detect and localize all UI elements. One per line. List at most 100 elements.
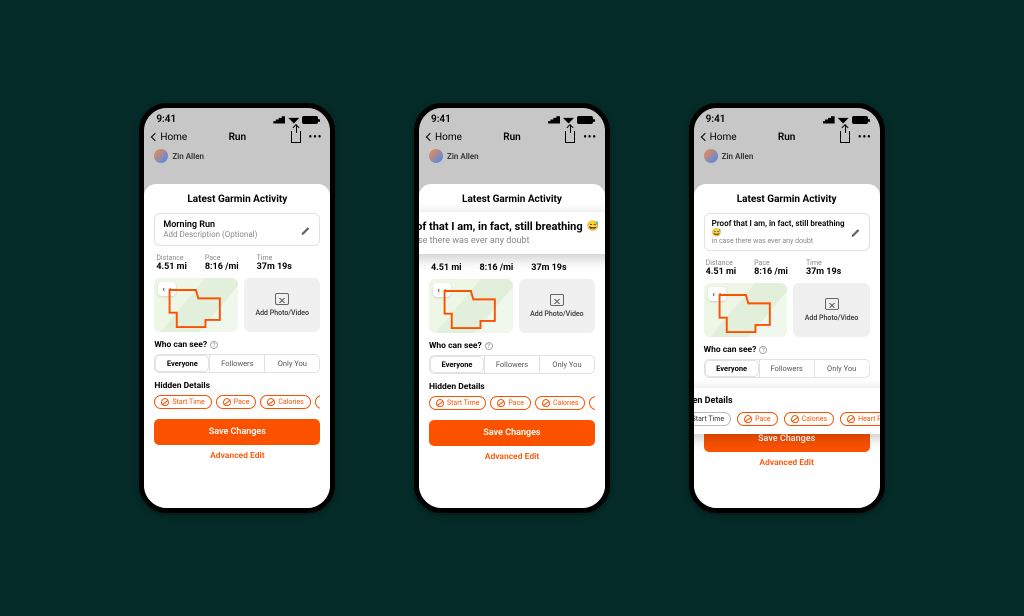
nav-bar: Home Run •••	[694, 127, 880, 149]
overflow-icon[interactable]: •••	[858, 132, 872, 143]
chip-calories[interactable]: Calories	[535, 396, 585, 410]
chip-start-time[interactable]: Start Time	[154, 395, 211, 409]
activity-peek: Zin Allen	[419, 149, 605, 165]
overflow-icon[interactable]: •••	[309, 132, 323, 143]
title-input[interactable]: Proof that I am, in fact, still breathin…	[704, 213, 870, 251]
pencil-icon[interactable]	[301, 220, 311, 239]
page-title: Run	[503, 132, 521, 143]
chip-pace[interactable]: Pace	[490, 396, 531, 410]
overflow-icon[interactable]: •••	[583, 132, 597, 143]
visibility-segment[interactable]: Everyone Followers Only You	[704, 359, 870, 378]
visibility-everyone[interactable]: Everyone	[155, 355, 209, 372]
activity-desc-filled: in case there was ever any doubt	[712, 237, 851, 245]
chip-pace[interactable]: Pace	[737, 412, 778, 426]
info-icon[interactable]: ?	[210, 341, 218, 349]
hidden-details-label: Hidden Details	[154, 381, 320, 391]
advanced-edit-link[interactable]: Advanced Edit	[429, 452, 595, 462]
advanced-edit-link[interactable]: Advanced Edit	[154, 451, 320, 461]
sheet-header: Latest Garmin Activity	[429, 194, 595, 205]
signal-icon	[548, 116, 560, 124]
hidden-chips: Start Time Pace Calories Hea	[154, 395, 320, 409]
back-button[interactable]: Home	[152, 132, 187, 143]
eye-slash-icon	[161, 398, 169, 406]
hidden-details-label: Hidden Details	[689, 396, 885, 406]
visibility-segment[interactable]: Everyone Followers Only You	[154, 354, 320, 373]
battery-icon	[852, 116, 868, 124]
wifi-icon	[563, 116, 574, 124]
visibility-everyone[interactable]: Everyone	[430, 356, 484, 373]
visibility-only-you[interactable]: Only You	[539, 356, 594, 373]
chip-calories[interactable]: Calories	[260, 395, 310, 409]
title-input[interactable]: Morning Run Add Description (Optional)	[154, 213, 320, 246]
activity-peek: Zin Allen	[144, 149, 330, 165]
hidden-details-popout[interactable]: Hidden Details Start Time Pace Calories …	[689, 388, 885, 434]
eye-slash-icon	[542, 399, 550, 407]
nav-bar: Home Run •••	[144, 127, 330, 149]
nav-bar: Home Run •••	[419, 127, 605, 149]
chip-start-time[interactable]: Start Time	[689, 412, 731, 426]
visibility-label: Who can see? ?	[154, 340, 320, 350]
signal-icon	[273, 116, 285, 124]
media-row: Add Photo/Video	[154, 278, 320, 332]
chevron-left-icon	[700, 133, 708, 141]
stat-pace-value: 8:16 /mi	[480, 263, 514, 273]
route-path-icon	[435, 285, 507, 333]
visibility-everyone[interactable]: Everyone	[705, 360, 759, 377]
chevron-left-icon	[426, 133, 434, 141]
share-icon[interactable]	[291, 131, 301, 143]
activity-title: Morning Run	[163, 220, 311, 230]
phone-mock-3: 9:41 Home Run ••• Zin Allen Latest Garmi…	[689, 103, 885, 513]
stats-row: Distance4.51 mi Pace8:16 /mi Time37m 19s	[706, 259, 868, 277]
advanced-edit-link[interactable]: Advanced Edit	[704, 458, 870, 468]
route-map[interactable]	[154, 278, 238, 332]
share-icon[interactable]	[565, 131, 575, 143]
add-media-button[interactable]: Add Photo/Video	[244, 278, 320, 332]
info-icon[interactable]: ?	[759, 346, 767, 354]
page-title: Run	[229, 132, 247, 143]
edit-sheet: Latest Garmin Activity Morning Run Add D…	[144, 184, 330, 508]
add-media-button[interactable]: Add Photo/Video	[519, 279, 595, 333]
pencil-icon[interactable]	[851, 223, 861, 242]
signal-icon	[823, 116, 835, 124]
wifi-icon	[288, 116, 299, 124]
chip-pace[interactable]: Pace	[216, 395, 257, 409]
battery-icon	[302, 116, 318, 124]
route-path-icon	[160, 284, 232, 332]
status-bar: 9:41	[694, 108, 880, 127]
media-row: Add Photo/Video	[704, 283, 870, 337]
save-button[interactable]: Save Changes	[429, 420, 595, 446]
info-icon[interactable]: ?	[485, 342, 493, 350]
chip-heart-rate-cut[interactable]: Hea	[315, 395, 321, 409]
sheet-header: Latest Garmin Activity	[154, 194, 320, 205]
visibility-segment[interactable]: Everyone Followers Only You	[429, 355, 595, 374]
activity-title-filled: Proof that I am, in fact, still breathin…	[712, 219, 851, 237]
chip-calories[interactable]: Calories	[784, 412, 834, 426]
eye-slash-icon	[791, 415, 799, 423]
route-map[interactable]	[704, 283, 788, 337]
eye-slash-icon	[436, 399, 444, 407]
eye-slash-icon	[223, 398, 231, 406]
chip-heart-rate[interactable]: Heart Rate	[840, 412, 885, 426]
back-button[interactable]: Home	[702, 132, 737, 143]
visibility-followers[interactable]: Followers	[484, 356, 539, 373]
title-popout[interactable]: Proof that I am, in fact, still breathin…	[414, 212, 610, 254]
visibility-label: Who can see??	[704, 345, 870, 355]
visibility-only-you[interactable]: Only You	[814, 360, 869, 377]
visibility-only-you[interactable]: Only You	[264, 355, 319, 372]
avatar	[704, 149, 718, 163]
image-icon	[825, 298, 839, 310]
chevron-left-icon	[151, 133, 159, 141]
chip-heart-rate-cut[interactable]: Hea	[589, 396, 595, 410]
share-icon[interactable]	[840, 131, 850, 143]
visibility-followers[interactable]: Followers	[759, 360, 814, 377]
stat-time: Time 37m 19s	[257, 254, 292, 272]
sweat-smile-emoji: 😅	[587, 221, 599, 232]
route-map[interactable]	[429, 279, 513, 333]
save-button[interactable]: Save Changes	[154, 419, 320, 445]
back-button[interactable]: Home	[427, 132, 462, 143]
visibility-followers[interactable]: Followers	[209, 355, 264, 372]
add-media-button[interactable]: Add Photo/Video	[793, 283, 869, 337]
eye-slash-icon	[267, 398, 275, 406]
hidden-details-label: Hidden Details	[429, 382, 595, 392]
chip-start-time[interactable]: Start Time	[429, 396, 486, 410]
